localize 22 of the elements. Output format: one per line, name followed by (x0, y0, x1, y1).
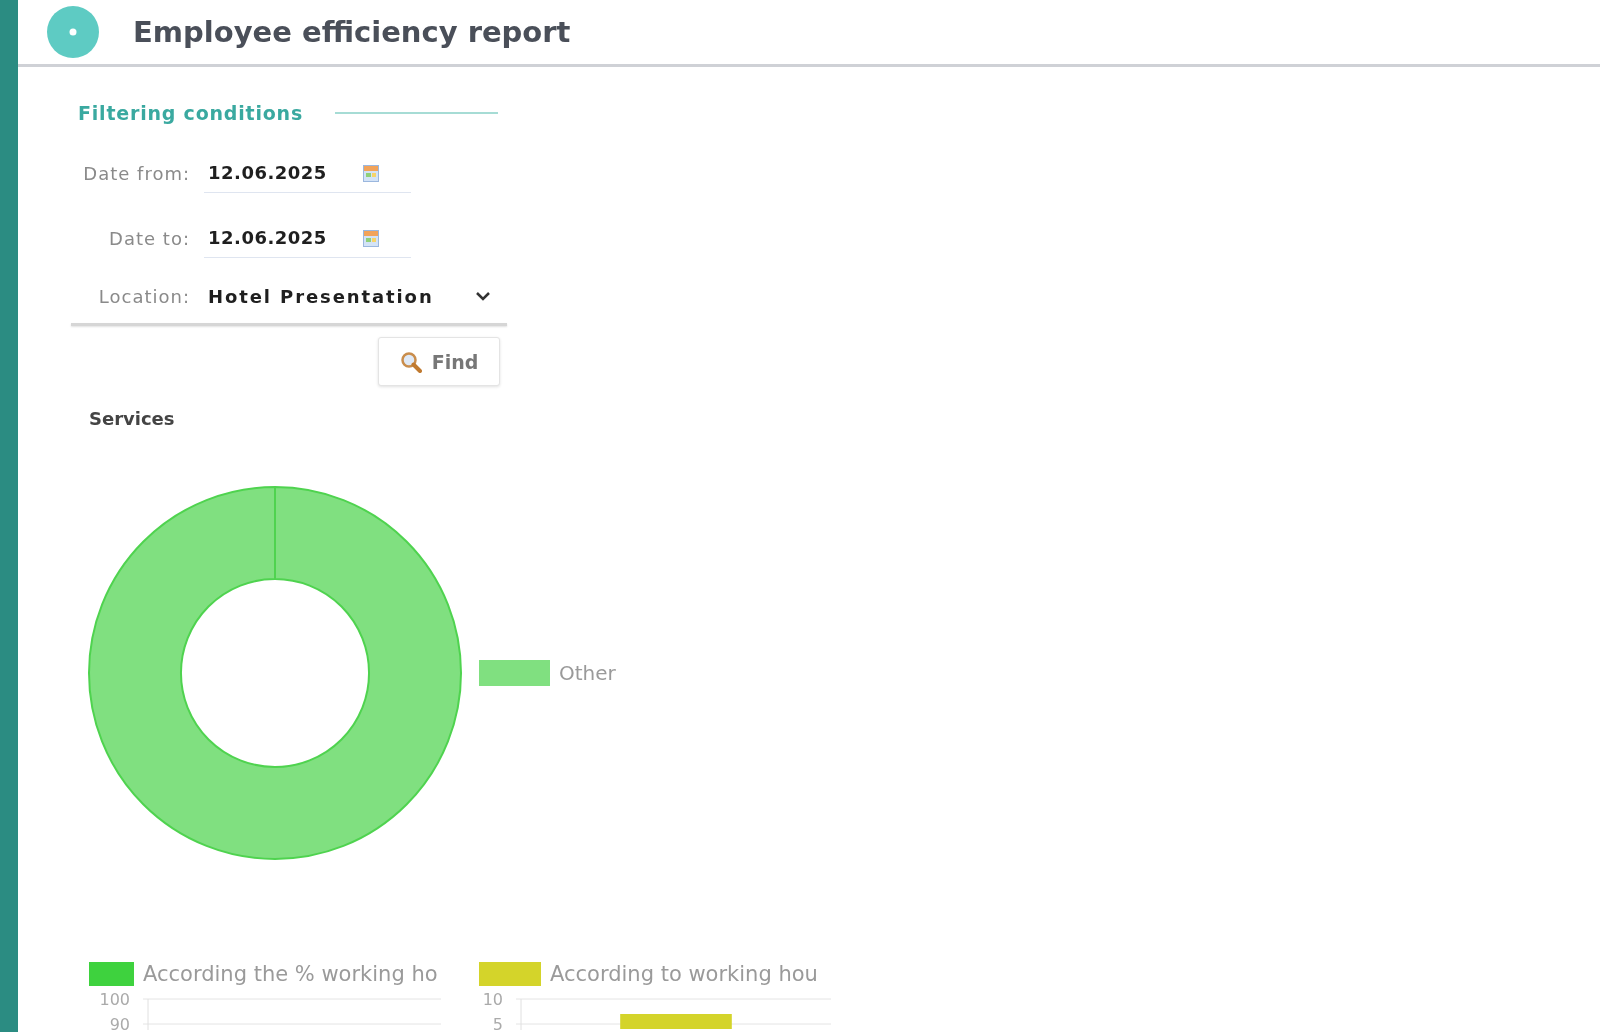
legend-label: According to working hou (550, 962, 818, 986)
chart-title: Services (89, 409, 175, 429)
axis-tick-label: 10 (482, 990, 503, 1009)
chevron-down-icon (475, 291, 491, 301)
dropdown-field[interactable]: Hotel Presentation (204, 278, 500, 314)
circle-icon[interactable] (47, 6, 99, 58)
calendar-icon[interactable] (363, 228, 379, 247)
legend-label: Other (559, 661, 616, 685)
find-button[interactable]: Find (378, 337, 500, 386)
search-icon (399, 350, 422, 373)
axis-tick-label: 5 (492, 1015, 503, 1030)
date-field[interactable]: 12.06.2025 (204, 153, 411, 193)
page-title: Employee efficiency report (133, 15, 571, 49)
calendar-icon[interactable] (363, 163, 379, 182)
axis-tick-label: 90 (109, 1015, 130, 1030)
axis-tick-label: 100 (99, 990, 130, 1009)
field-label: Date to: (108, 227, 190, 249)
legend-label: According the % working ho (143, 962, 438, 986)
field-label: Location: (97, 285, 190, 307)
date-field[interactable]: 12.06.2025 (204, 218, 411, 258)
field-label: Date from: (82, 162, 190, 184)
section-title: Filtering conditions (78, 102, 304, 124)
